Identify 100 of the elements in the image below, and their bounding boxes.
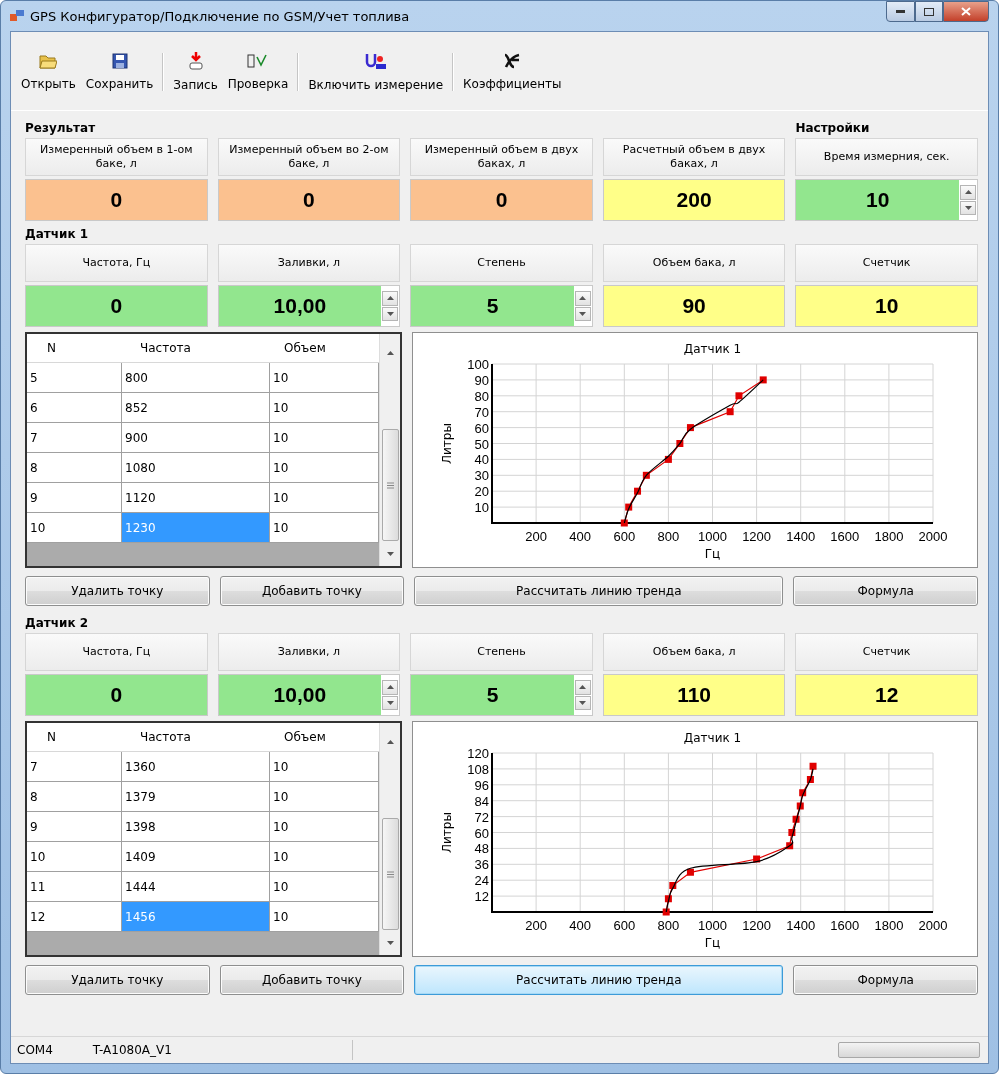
axis-title: Гц (704, 936, 721, 950)
action-button[interactable]: Формула (793, 576, 978, 606)
table-cell: 8 (27, 782, 122, 812)
tick-label: 40 (474, 452, 490, 468)
table-cell[interactable]: 900 (122, 423, 270, 453)
down-arrow-icon (386, 700, 394, 705)
table-cell[interactable]: 1379 (122, 782, 270, 812)
toolbar-button[interactable]: Запись (169, 52, 222, 92)
action-button[interactable]: Добавить точку (219, 576, 405, 606)
table-cell: 10 (270, 782, 380, 812)
table-cell[interactable]: 1409 (122, 842, 270, 872)
download-arrow-icon (187, 52, 204, 70)
window-title: GPS Конфигуратор/Подключение по GSM/Учет топлива (30, 8, 410, 24)
status-text: COM4 (17, 1043, 53, 1057)
table-cell[interactable]: 1398 (122, 812, 270, 842)
toolbar-button[interactable]: Коэффициенты (459, 53, 566, 91)
action-button[interactable]: Формула (793, 965, 978, 995)
folder-icon (39, 53, 58, 69)
tick-label: 100 (467, 357, 490, 372)
axis-title: Гц (704, 547, 721, 561)
tick-label: 1000 (698, 918, 728, 933)
table-cell[interactable]: 1120 (122, 483, 270, 513)
table-cell[interactable]: 852 (122, 393, 270, 423)
tick-label: 2000 (918, 529, 948, 544)
table-cell: 10 (270, 812, 380, 842)
maximize-button[interactable] (915, 1, 943, 22)
axis-title: Литры (440, 812, 455, 853)
up-arrow-icon (579, 685, 587, 690)
point (726, 408, 734, 416)
toolbar-button[interactable]: Открыть (17, 53, 80, 91)
action-button[interactable]: Рассчитать линию тренда (414, 576, 784, 606)
column-header: Расчетный объем в двух баках, л (602, 138, 786, 176)
data-table[interactable]: N Частота Объем 5 800 10 6 852 10 7 900 10 8 1080 10 9 1120 10 10 1230 10 (25, 332, 403, 568)
table-cell[interactable]: 1360 (122, 752, 270, 782)
tick-label: 96 (474, 777, 490, 793)
tick-label: 800 (657, 918, 680, 933)
up-arrow-icon (386, 685, 394, 690)
scrollbar[interactable] (379, 723, 401, 955)
table-cell: 10 (270, 872, 380, 902)
action-button[interactable]: Добавить точку (219, 965, 405, 995)
toolbar-button[interactable]: Включить измерение (304, 52, 448, 92)
column-header: Измеренный объем в двух баках, л (410, 138, 593, 176)
table-cell[interactable]: 1080 (122, 453, 270, 483)
tick-label: 20 (474, 484, 490, 500)
data-table[interactable]: N Частота Объем 7 1360 10 8 1379 10 9 1398 10 10 1409 10 11 1444 10 12 1456 10 (25, 721, 403, 957)
column-header[interactable]: Частота (122, 334, 270, 363)
column-header: Объем бака, л (602, 244, 786, 282)
value-display: 0 (26, 180, 207, 220)
table-cell: 7 (27, 752, 122, 782)
table-cell[interactable]: 1444 (122, 872, 270, 902)
action-button[interactable]: Рассчитать линию тренда (414, 965, 784, 995)
column-header[interactable]: Объем (270, 334, 380, 363)
column-header[interactable]: Частота (122, 723, 270, 752)
value-display: 5 (411, 286, 574, 326)
toolbar-button[interactable]: Сохранить (81, 53, 158, 91)
table-cell[interactable]: 800 (122, 363, 270, 393)
value-display: 0 (26, 286, 207, 326)
table-cell: 10 (270, 752, 380, 782)
tick-label: 12 (474, 889, 490, 905)
value-display: 10 (796, 180, 959, 220)
tick-label: 200 (525, 529, 548, 544)
point (759, 376, 767, 384)
tick-label: 50 (474, 436, 490, 452)
column-header[interactable]: N (27, 723, 122, 752)
down-arrow-icon (386, 941, 394, 945)
column-header: Счетчик (795, 244, 978, 282)
section-title: Результат (25, 120, 97, 137)
table-cell: 8 (27, 453, 122, 483)
column-header: Измеренный объем во 2-ом баке, л (217, 138, 401, 176)
close-button[interactable] (943, 1, 989, 22)
action-button[interactable]: Удалить точку (25, 576, 210, 606)
minimize-button[interactable] (886, 1, 915, 22)
tick-label: 1800 (874, 529, 904, 544)
section-title: Датчик 2 (25, 615, 90, 632)
tick-label: 1200 (742, 918, 772, 933)
down-arrow-icon (964, 205, 972, 210)
usb-pc-icon (364, 52, 387, 70)
up-arrow-icon (386, 740, 394, 744)
grip-icon (386, 481, 394, 489)
value-display: 0 (411, 180, 592, 220)
value-display: 200 (603, 180, 785, 220)
column-header: Степень (410, 633, 593, 671)
point (809, 762, 817, 770)
close-icon (961, 7, 971, 16)
table-cell: 12 (27, 902, 122, 932)
table-cell: 9 (27, 483, 122, 513)
tick-label: 1400 (786, 918, 816, 933)
scrollbar[interactable] (379, 334, 401, 566)
value-display: 90 (603, 286, 785, 326)
point (735, 392, 743, 400)
tick-label: 108 (467, 761, 490, 777)
tick-label: 400 (569, 918, 592, 933)
tick-label: 1600 (830, 918, 860, 933)
column-header[interactable]: Объем (270, 723, 380, 752)
action-button[interactable]: Удалить точку (25, 965, 210, 995)
tick-label: 70 (474, 404, 490, 420)
table-cell: 10 (270, 513, 380, 543)
tick-label: 84 (474, 793, 490, 809)
column-header[interactable]: N (27, 334, 122, 363)
toolbar-button[interactable]: Проверка (223, 53, 293, 91)
